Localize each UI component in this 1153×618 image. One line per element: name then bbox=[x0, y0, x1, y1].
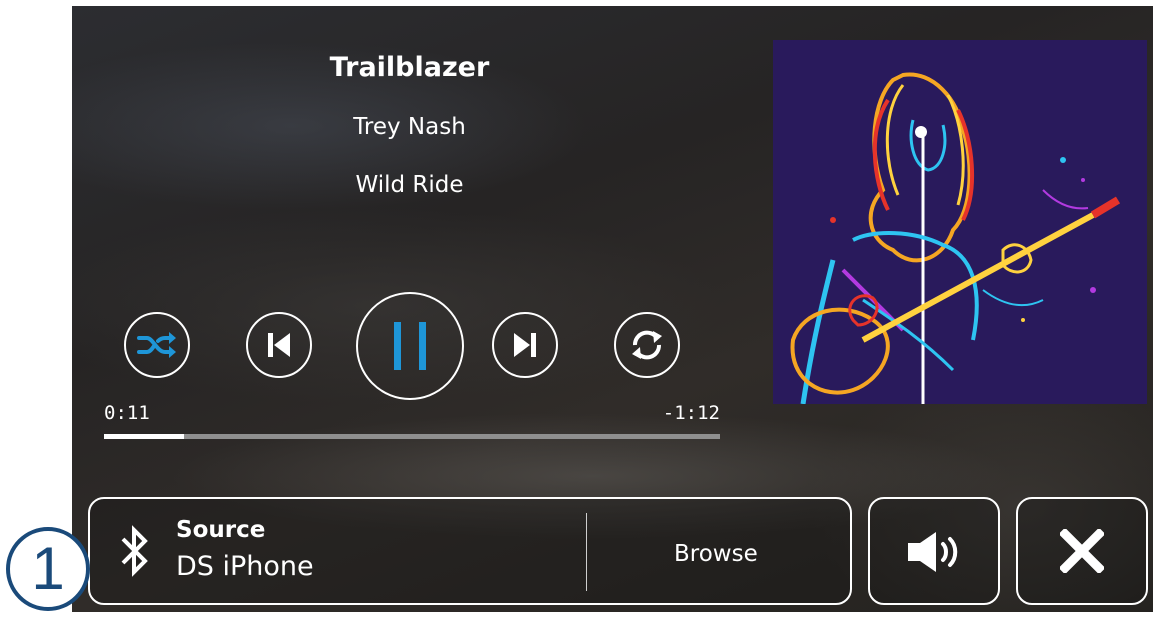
callout-marker: 1 bbox=[6, 527, 90, 611]
track-title: Trailblazer bbox=[329, 52, 490, 83]
repeat-button[interactable] bbox=[614, 312, 680, 378]
track-artist: Trey Nash bbox=[353, 114, 466, 140]
volume-icon bbox=[908, 532, 958, 572]
repeat-icon bbox=[632, 330, 662, 360]
shuffle-button[interactable] bbox=[124, 312, 190, 378]
progress-fill bbox=[104, 434, 184, 439]
figure: Trailblazer Trey Nash Wild Ride 0:11 -1:… bbox=[0, 0, 1153, 618]
elapsed-time: 0:11 bbox=[104, 402, 150, 424]
play-pause-button[interactable] bbox=[356, 292, 464, 400]
pause-icon bbox=[394, 322, 426, 370]
browse-button[interactable]: Browse bbox=[674, 541, 758, 567]
album-art-guitarist bbox=[773, 40, 1147, 404]
skip-previous-icon bbox=[268, 333, 290, 357]
next-button[interactable] bbox=[492, 312, 558, 378]
source-button[interactable]: Source DS iPhone Browse bbox=[88, 497, 852, 605]
source-label: Source bbox=[176, 517, 266, 543]
skip-next-icon bbox=[514, 333, 536, 357]
source-value: DS iPhone bbox=[176, 551, 314, 582]
previous-button[interactable] bbox=[246, 312, 312, 378]
divider bbox=[586, 513, 587, 591]
progress-bar[interactable] bbox=[104, 434, 720, 439]
volume-button[interactable] bbox=[868, 497, 1000, 605]
close-button[interactable] bbox=[1016, 497, 1148, 605]
shuffle-icon bbox=[137, 332, 176, 358]
remaining-time: -1:12 bbox=[662, 402, 720, 424]
media-player-screen: Trailblazer Trey Nash Wild Ride 0:11 -1:… bbox=[72, 6, 1153, 612]
bluetooth-icon bbox=[121, 525, 148, 577]
track-album: Wild Ride bbox=[355, 172, 464, 198]
album-art bbox=[773, 40, 1147, 404]
close-icon bbox=[1060, 529, 1104, 573]
